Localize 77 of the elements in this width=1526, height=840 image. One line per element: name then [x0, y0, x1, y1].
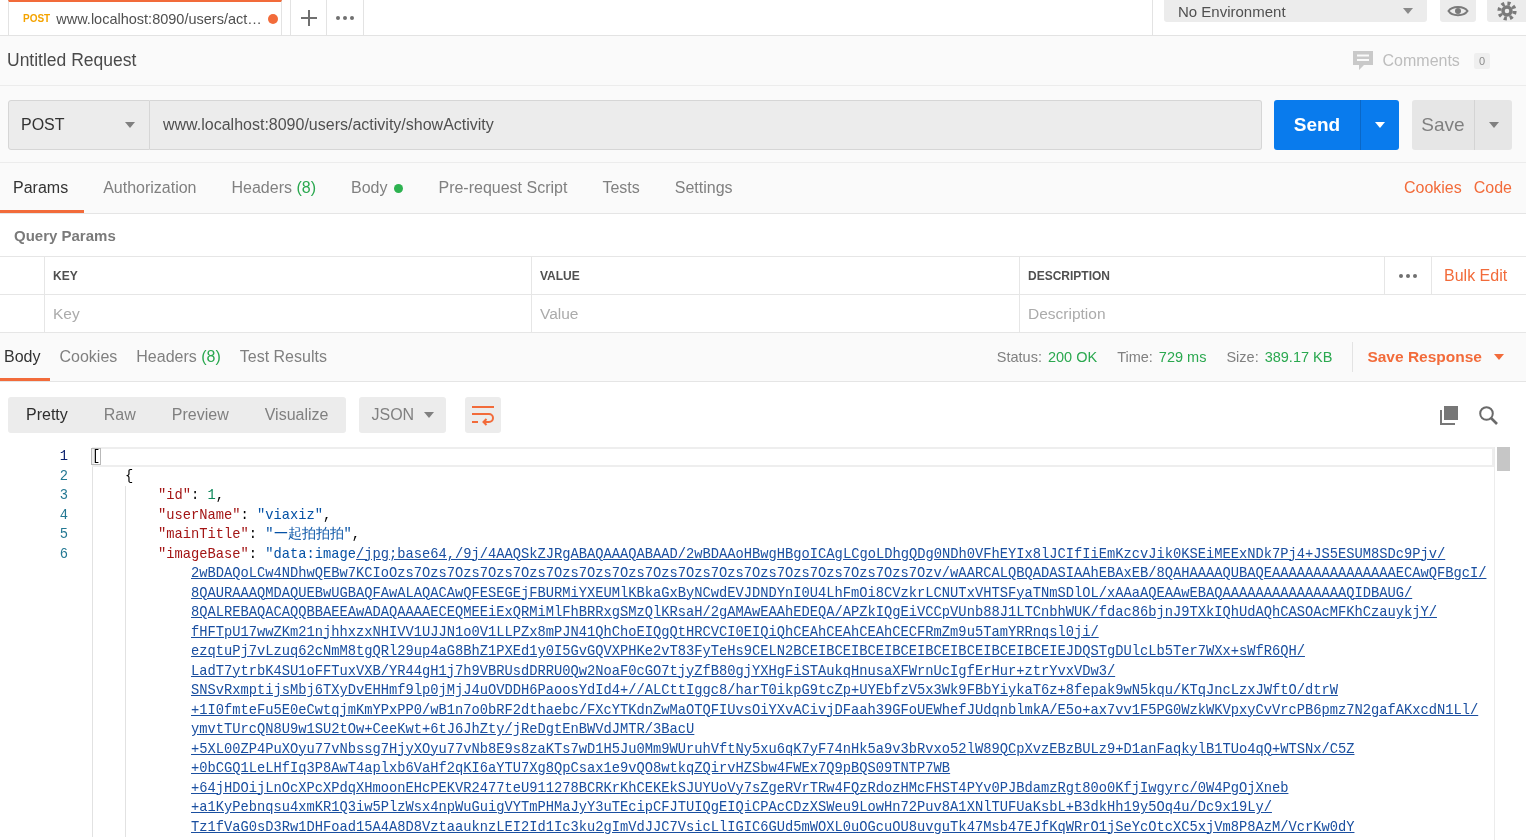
data-url-link[interactable]: Tz1fVaG0sD3Rw1DHFoad15A4A8D8VztaauknzLEI2Id1Ic3ku2gImVdJJC7VsicLlIGIC6GUd5mWOXL0uOGcuOU8uvguTk47Msb47EJfKqWRrO1jSeYcOtcXC5xjVm8P8AzM/VcrKw0dY [191, 817, 1355, 837]
data-url-link[interactable]: SNSvRxmptijsMbj6TXyDvEHHmf9lp0jMjJ4uOVDDH6PaoosYdId4+//ALCttIggc8/harT0ikpG9tcZp+UYEbfzV5x3Wk9FBbYiykaT6z+8fepak9wN5kqu/KTqJncLzxJWftO/dtrW [191, 681, 1338, 701]
code-line: "mainTitle": "一起拍拍拍", [158, 525, 361, 544]
request-name: Untitled Request [7, 50, 137, 71]
code-line: "id": 1, [158, 487, 225, 505]
data-url-link[interactable]: +a1KyPebnqsu4xmKR1Q3iw5PlzWsx4npWuGuigVYTmPHMaJyY3uTEcipCFJTUIQgEIQiCPAcCDzXSWeu9LowHn72Puv8A1XNlTUFUaKsbL+B3dkHh19y5Oq4u/Dc9x19Ly/ [191, 798, 1272, 818]
tab[interactable]: Body [338, 163, 420, 213]
input-field[interactable]: Description [1020, 295, 1526, 332]
tab[interactable]: Test Results [235, 333, 337, 381]
caret-icon [125, 122, 135, 128]
view-mode-tab[interactable]: Pretty [8, 397, 86, 433]
data-url-link[interactable]: +5XL00ZP4PuXOyu77vNbssg7HjyXOyu77vNb8E9s8zaKTs7wD1H5Ju0Mm9WUruhVftNy5xu6qK7yF74nHk5a9v3bRvxo52lW89QCpXvzEBzBULz9+D1anFaqkylB1TUo4qQ+WTSNx/C5Z [191, 739, 1355, 759]
data-url-link[interactable]: +0bCGQ1LeLHfIq3P8AwT4aplxb6VaHf2qKI6aYTU7Xg8QpCsax1e9vQO8wtkqZQirvHZSbw4FWEx7Q9pBQS09TNTP7WB [191, 759, 951, 779]
stat-label: Status: [996, 349, 1042, 365]
copy-icon[interactable] [1439, 405, 1459, 425]
request-tab[interactable]: POST www.localhost:8090/users/act… [8, 0, 282, 35]
data-url-link[interactable]: 8QALREBAQACAQQBBAEEAwADAQAAAAECEQMEEiExQRMiMlFhBRRxgSMzQlKRsaH/2gAMAwEAAhEDEQA/APZkIQgEiVCCpVUnb88J1LTCnbhWUK/fdac86bjnJ9TXkIQhUdAQhCASOAcMFKhCzauykjY/ [191, 603, 1437, 623]
comment-count: 0 [1473, 52, 1490, 69]
line-number: 3 [59, 487, 68, 505]
input-field[interactable]: Key [45, 295, 531, 332]
tab[interactable]: Pre-request Script [425, 163, 584, 213]
comment-icon [1352, 51, 1373, 70]
gear-icon [1496, 1, 1517, 21]
stat-label: Size: [1226, 349, 1259, 365]
data-url-link[interactable]: ezqtuPj7vLzuq62cNmM8tgQRl29up4aG8BhZ1PXEd1y0I5GvGQVXPHKe2vT83FyTeHs9CELN2BCEIBCEIBCEIBCEIBCEIBCEIBCEIBCEIEJDQSTgDUlcLb5Ter7WXx+sWfR6QH/ [191, 642, 1305, 662]
method-dropdown[interactable]: POST [8, 100, 150, 150]
caret-icon [1494, 354, 1504, 360]
stat-value: 200 OK [1047, 349, 1098, 365]
tab[interactable]: Authorization [90, 163, 213, 213]
tab[interactable]: Headers (8) [132, 333, 231, 381]
environment-view-button[interactable] [1440, 0, 1476, 22]
data-url-link[interactable]: /jpg;base64,/9j/4AAQSkZJRgABAQAAAQABAAD/2wBDAAoHBwgHBgoICAgLCgoLDhgQDg0NDh0VFhEYIx8lJCIfIiEmKzcvJik0KSEiMEExNDk7Pj4+JS5ESUM8SDc9Pjv/ [356, 544, 1446, 564]
caret-icon [1375, 122, 1385, 128]
line-number: 6 [59, 545, 68, 564]
caret-icon [1403, 8, 1413, 14]
column-header: KEY [45, 257, 532, 295]
column-header: VALUE [532, 257, 1020, 295]
send-options-button[interactable] [1360, 100, 1399, 150]
input-field[interactable]: Value [532, 295, 1019, 332]
line-number: 1 [59, 448, 68, 466]
caret-icon [424, 412, 435, 418]
scrollbar-thumb[interactable] [1497, 447, 1510, 471]
code-line: [ [92, 448, 101, 466]
data-url-link[interactable]: +1I0fmteFu5E0eCwtqjmKmYPxPP0/wB1n7o0bRF2dthaebc/FXcYTKdnZwMaOTQFIUvsOiYXvACivjDFaah39GFoUEWhefJUdqnblmkA/E5o+ax7vv1F5PG0WzkWKVpxyCvVrcPB6pmz7N2gafAKxcdN1Ll/ [191, 700, 1479, 720]
data-url-link[interactable]: ymvtTUrcQN8U9w1SU2tOw+CeeKwt+6tJ6JhZty/jReDgtEnBWVdJMTR/3BacU [191, 720, 695, 740]
stat-label: Time: [1117, 349, 1153, 365]
new-tab-button[interactable] [290, 0, 327, 35]
column-header: DESCRIPTION [1020, 257, 1385, 295]
data-url-link[interactable]: fHFTpU17wwZKm21njhhxzxNHIVV1UJJN1o0V1LLPZx8mPJN41QhChoEIQgQtHRCVCI0EIQiQhCEAhCEAhCEAhCECFRmZm9u5TamYRRnqsl0ji/ [191, 622, 1099, 642]
line-number: 5 [59, 526, 68, 544]
data-url-link[interactable]: +64jHDOijLnOcXPcXPdqXHmoonEHcPEKVR2477teU911278BCRKrKhCEKEkSJUYUoVy7sZgeRVrTRw4FQzRdozHMcFHST4PYv0PJBdamzRgt80o0KfjIwgyrc/0W4PgOjXneb [191, 778, 1289, 798]
data-url-link[interactable]: 8QAURAAAQMDAQUEBwUGBAQFAwALAQACAwQFESEGEjFBURMiYXEUMlKBkaGxByNCwdEVJDNDYnI0U4LhFmOi8CVzkrLCNUTxVHTSFyaTNmSDlOL/xAAaAQEAAwEBAQAAAAAAAAAAAAAAAQIDBAUG/ [191, 583, 1413, 603]
more-icon [336, 15, 354, 20]
section-title: Query Params [14, 226, 116, 244]
send-button[interactable]: Send [1274, 100, 1360, 150]
tab[interactable]: Settings [661, 163, 749, 213]
search-icon[interactable] [1479, 405, 1498, 425]
wrap-lines-button[interactable] [465, 397, 502, 433]
tab[interactable]: Tests [589, 163, 656, 213]
stat-value: 389.17 KB [1264, 349, 1333, 365]
line-number: 2 [59, 467, 68, 486]
data-url-link[interactable]: LadT7ytrbK4SU1oFFTuxVXB/YR44gH1j7h9VBRUsdDRRU0Qw2NoaF0cGO7tjyZfB80gjYXHgFiSTAukqHnusaXFWrnUcIgfErHur+ztrYvxVDw3/ [191, 661, 1116, 681]
stat-value: 729 ms [1158, 349, 1207, 365]
caret-icon [1488, 122, 1499, 128]
plus-icon [300, 9, 317, 26]
tab[interactable]: Cookies [55, 333, 128, 381]
code-line: "userName": "viaxiz", [158, 506, 332, 525]
code-line: "imageBase": "data:image [158, 545, 357, 564]
url-field[interactable]: www.localhost:8090/users/activity/showActivity [150, 100, 1262, 150]
code-line: { [125, 467, 134, 486]
eye-icon [1447, 4, 1469, 18]
data-url-link[interactable]: 2wBDAQoLCw4NDhwQEBw7KCIoOzs7Ozs7Ozs7Ozs7Ozs7Ozs7Ozs7Ozs7Ozs7Ozs7Ozs7Ozs7Ozs7Ozs7Ozs7Ozs7Ozv/wAARCALQBQADASIAAhEBAxEB/8QAHAAAAQUBAQEAAAAAAAAAAAAAAAECAwQFBgcI/ [191, 564, 1487, 584]
tab[interactable]: Headers (8) [218, 163, 332, 213]
more-icon [1399, 273, 1417, 278]
environment-dropdown[interactable]: No Environment [1164, 0, 1427, 22]
line-number: 4 [59, 506, 68, 525]
settings-button[interactable] [1487, 0, 1526, 22]
